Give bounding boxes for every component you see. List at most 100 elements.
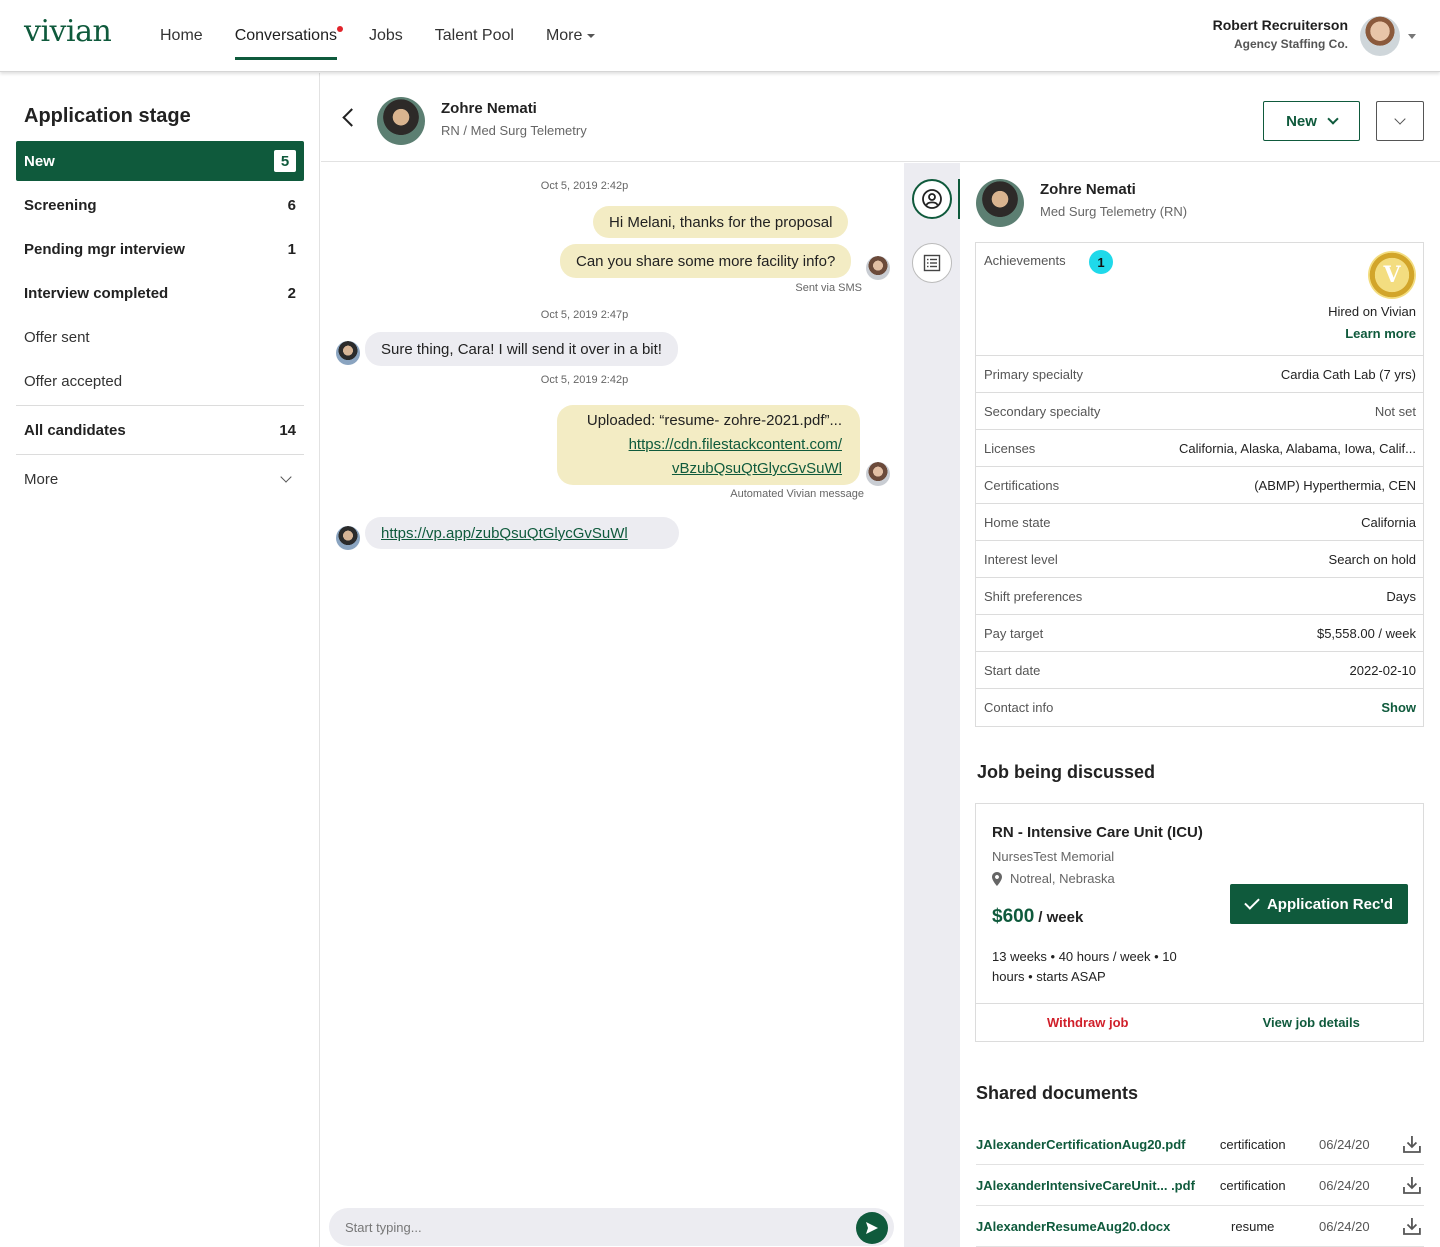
stage-offer-sent[interactable]: Offer sent (16, 317, 304, 357)
nav-conversations[interactable]: Conversations (234, 0, 343, 72)
user-menu-caret-icon[interactable] (1408, 34, 1416, 39)
stage-label: Pending mgr interview (24, 240, 185, 258)
profile-row: Shift preferences Days (976, 578, 1423, 615)
stage-new[interactable]: New 5 (16, 141, 304, 181)
sidebar-title: Application stage (24, 105, 191, 127)
download-icon[interactable] (1400, 1173, 1424, 1197)
nav-conversations-label: Conversations (234, 27, 337, 44)
nav-home[interactable]: Home (160, 0, 203, 72)
sidebar-divider (16, 454, 304, 455)
profile-role: Med Surg Telemetry (RN) (1040, 204, 1188, 219)
main-nav: Home Conversations Jobs Talent Pool More (160, 0, 627, 72)
message-link[interactable]: https://vp.app/zubQsuQtGlycGvSuWl (381, 525, 628, 542)
profile-row: Primary specialty Cardia Cath Lab (7 yrs) (976, 356, 1423, 393)
stage-list: New 5 Screening 6 Pending mgr interview … (16, 141, 304, 503)
download-icon[interactable] (1400, 1214, 1424, 1238)
profile-row: Certifications (ABMP) Hyperthermia, CEN (976, 467, 1423, 504)
job-facility: NursesTest Memorial (992, 849, 1115, 864)
withdraw-job-button[interactable]: Withdraw job (976, 1004, 1200, 1041)
user-name: Robert Recruiterson (1212, 17, 1348, 33)
candidate-role: RN / Med Surg Telemetry (441, 123, 587, 138)
job-card: RN - Intensive Care Unit (ICU) NursesTes… (975, 803, 1424, 1042)
chevron-down-icon (280, 471, 292, 483)
vivian-medal-icon: V (1368, 251, 1416, 299)
nav-jobs[interactable]: Jobs (369, 0, 403, 72)
view-job-details-button[interactable]: View job details (1200, 1004, 1424, 1041)
stage-label: Interview completed (24, 284, 169, 302)
row-value: California, Alaska, Alabama, Iowa, Calif… (1178, 440, 1416, 456)
row-key: Contact info (984, 700, 1054, 715)
profile-row: Home state California (976, 504, 1423, 541)
application-stage-sidebar: Application stage New 5 Screening 6 Pend… (0, 73, 320, 1247)
download-icon[interactable] (1400, 1132, 1424, 1156)
profile-row: Interest level Search on hold (976, 541, 1423, 578)
document-date: 06/24/20 (1319, 1177, 1370, 1193)
back-arrow-icon[interactable] (342, 108, 361, 127)
message-text: Can you share some more facility info? (576, 252, 836, 270)
stage-pending-mgr-interview[interactable]: Pending mgr interview 1 (16, 229, 304, 269)
notification-dot (336, 26, 343, 32)
user-company: Agency Staffing Co. (1233, 37, 1348, 51)
message-link[interactable]: https://cdn.filestackcontent.com/ (629, 433, 842, 457)
stage-offer-accepted[interactable]: Offer accepted (16, 361, 304, 401)
stage-screening[interactable]: Screening 6 (16, 185, 304, 225)
message-link[interactable]: vBzubQsuQtGlycGvSuWl (672, 457, 842, 481)
document-type: resume (1231, 1218, 1275, 1234)
application-status-button[interactable]: Application Rec'd (1230, 884, 1408, 924)
profile-row: Pay target $5,558.00 / week (976, 615, 1423, 652)
document-name-link[interactable]: JAlexanderResumeAug20.docx (976, 1219, 1203, 1234)
stage-count: 14 (279, 421, 296, 439)
achievement-title: Hired on Vivian (1328, 304, 1416, 319)
more-actions-button[interactable] (1376, 101, 1424, 141)
message-timestamp: Oct 5, 2019 2:47p (540, 309, 629, 321)
user-menu[interactable]: Robert Recruiterson Agency Staffing Co. (1213, 17, 1348, 51)
documents-section-title: Shared documents (976, 1083, 1139, 1103)
row-value: Not set (1374, 403, 1416, 419)
caret-down-icon (587, 34, 596, 38)
check-icon (1244, 894, 1260, 910)
learn-more-link[interactable]: Learn more (1345, 326, 1416, 341)
stage-count: 1 (287, 240, 296, 258)
candidate-mini-avatar (866, 462, 890, 486)
nav-home-label: Home (160, 27, 203, 44)
document-name-link[interactable]: JAlexanderCertificationAug20.pdf (976, 1137, 1203, 1152)
stage-dropdown-button[interactable]: New (1263, 101, 1360, 141)
stage-interview-completed[interactable]: Interview completed 2 (16, 273, 304, 313)
profile-tab-button[interactable] (912, 179, 952, 219)
message-thread: Oct 5, 2019 2:42p Hi Melani, thanks for … (321, 163, 904, 1247)
message-timestamp: Oct 5, 2019 2:42p (540, 180, 629, 192)
row-value: Search on hold (1328, 551, 1416, 567)
sidebar-more-label: More (24, 470, 59, 488)
stage-label: New (24, 152, 55, 170)
profile-row: Secondary specialty Not set (976, 393, 1423, 430)
list-document-icon (923, 254, 941, 272)
nav-more-label: More (545, 27, 583, 44)
message-input[interactable] (345, 1208, 845, 1246)
details-tab-button[interactable] (912, 243, 952, 283)
stage-count: 2 (287, 284, 296, 302)
conversation-header: Zohre Nemati RN / Med Surg Telemetry New (321, 73, 1440, 162)
stage-all-candidates[interactable]: All candidates 14 (16, 410, 304, 450)
row-key: Certifications (984, 477, 1060, 493)
job-details: 13 weeks • 40 hours / week • 10 hours • … (992, 949, 1177, 984)
nav-jobs-label: Jobs (368, 27, 403, 44)
show-contact-link[interactable]: Show (1381, 700, 1416, 715)
row-key: Shift preferences (984, 588, 1083, 604)
row-key: Pay target (984, 625, 1044, 641)
achievements-row: Achievements 1 V Hired on Vivian Learn m… (976, 243, 1423, 356)
row-key: Interest level (984, 551, 1058, 567)
vivian-logo[interactable]: vivian (24, 14, 112, 49)
profile-row: Licenses California, Alaska, Alabama, Iow… (976, 430, 1423, 467)
row-value: Days (1386, 588, 1416, 604)
document-name-link[interactable]: JAlexanderIntensiveCareUnit... .pdf (976, 1178, 1203, 1193)
nav-talent-pool[interactable]: Talent Pool (435, 0, 514, 72)
send-button[interactable] (856, 1212, 888, 1244)
document-type: certification (1219, 1177, 1286, 1193)
row-key: Start date (984, 662, 1041, 678)
user-avatar[interactable] (1360, 16, 1400, 56)
sidebar-more-toggle[interactable]: More (16, 459, 304, 499)
shared-documents-list: JAlexanderCertificationAug20.pdf certifi… (976, 1124, 1424, 1247)
stage-count: 6 (287, 196, 296, 214)
nav-more[interactable]: More (545, 0, 596, 72)
stage-dropdown-label: New (1286, 112, 1317, 130)
